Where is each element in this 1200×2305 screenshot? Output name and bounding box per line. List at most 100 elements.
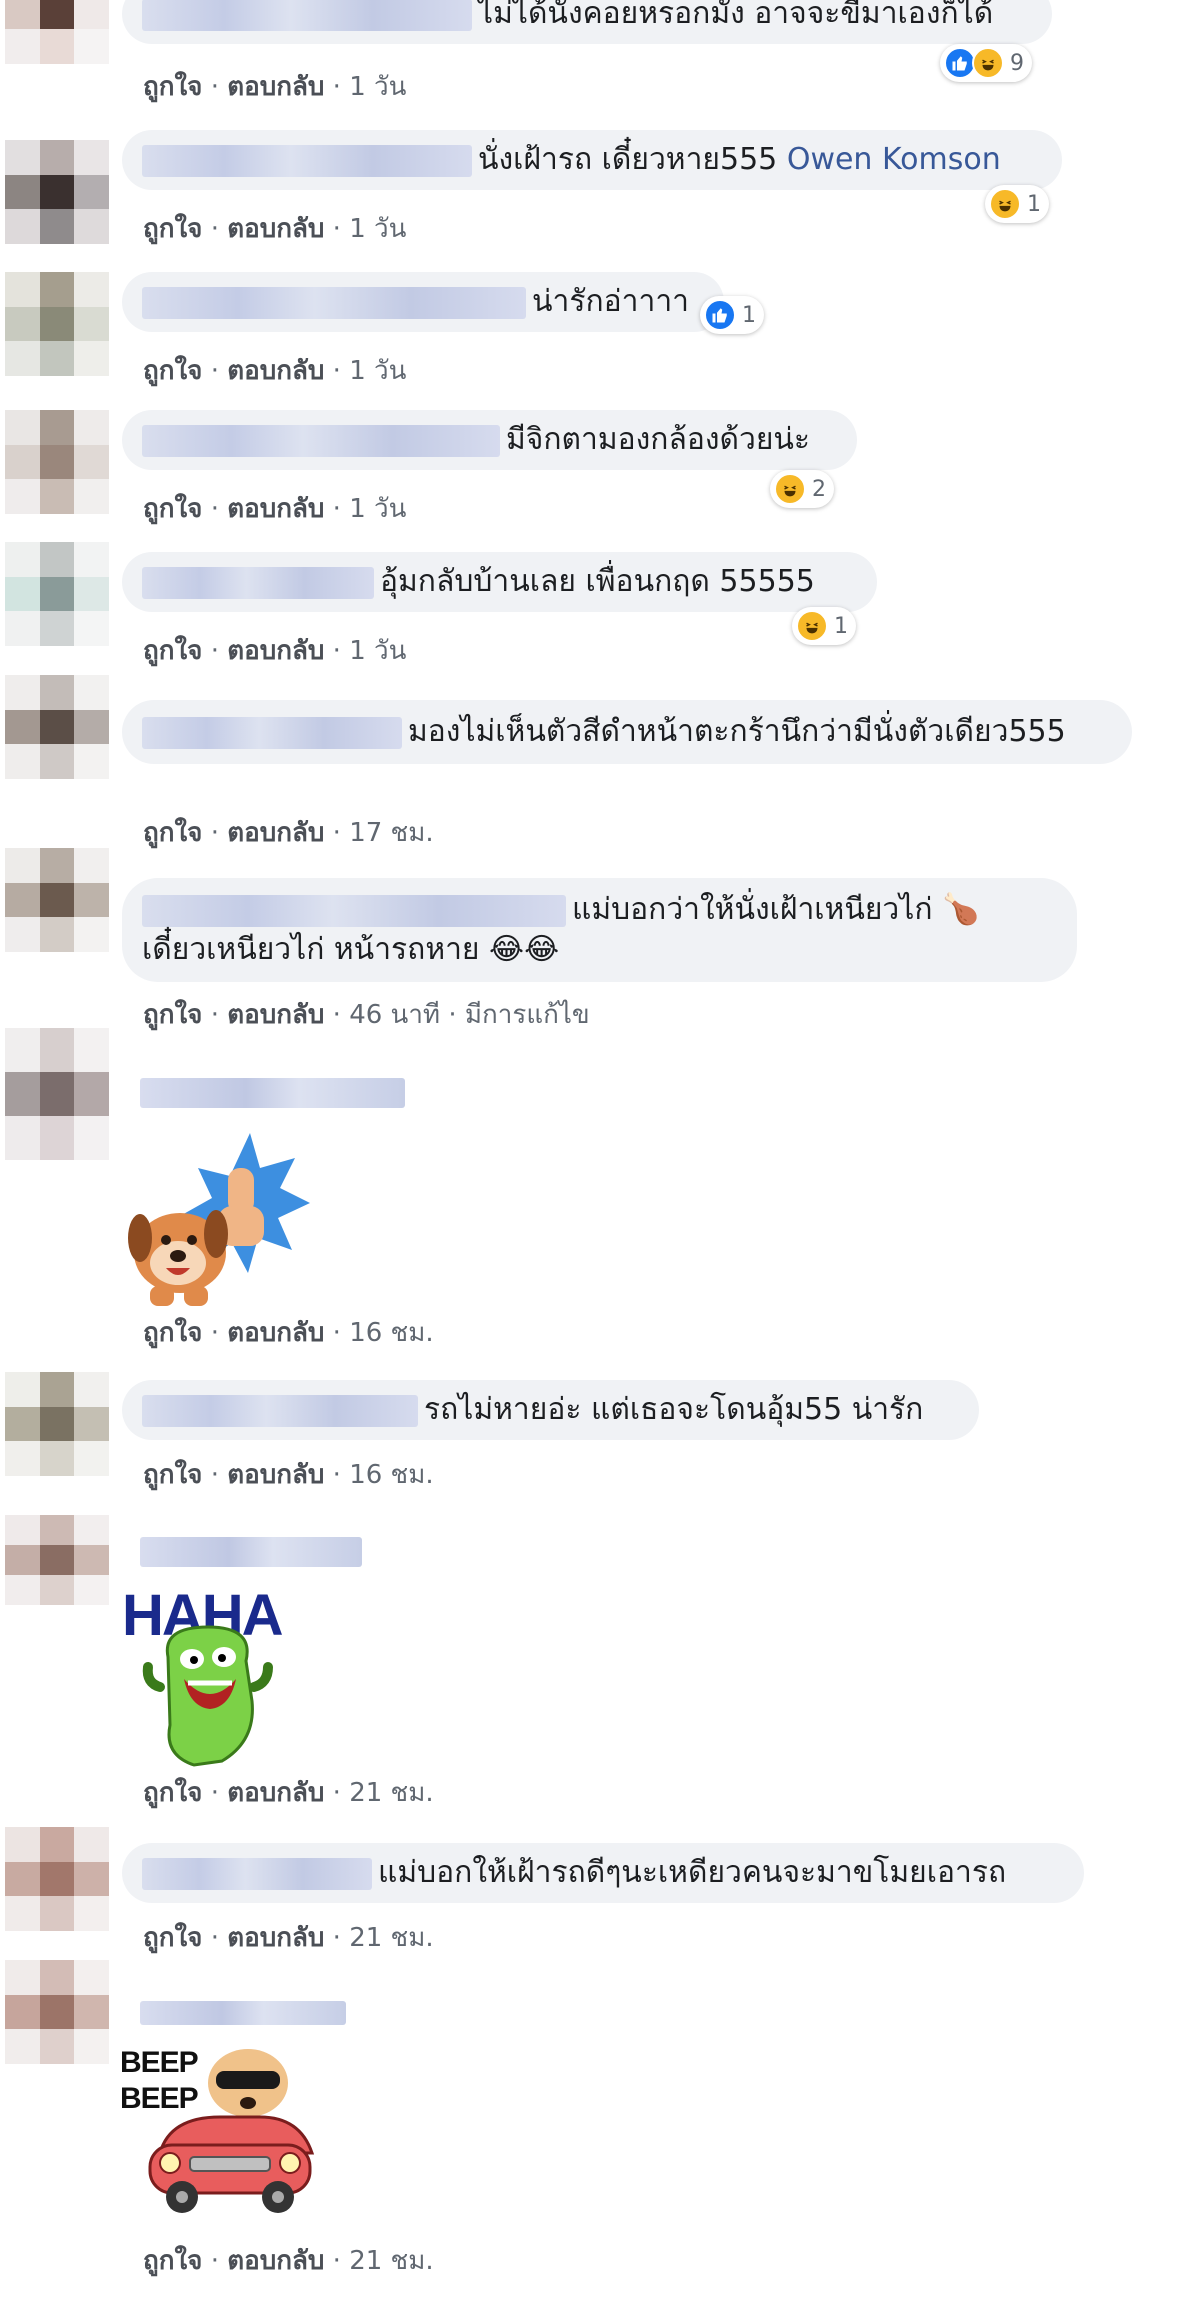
like-link[interactable]: ถูกใจ [143,72,202,102]
avatar[interactable] [5,1372,109,1476]
timestamp[interactable]: 17 ชม. [349,818,433,848]
reply-link[interactable]: ตอบกลับ [227,1000,324,1030]
author-name[interactable] [142,286,526,319]
reaction-summary[interactable]: 1 [700,296,764,334]
timestamp[interactable]: 1 วัน [349,72,406,102]
reply-link[interactable]: ตอบกลับ [227,818,324,848]
author-name[interactable] [140,1537,362,1567]
reply-link[interactable]: ตอบกลับ [227,1778,324,1808]
reply-link[interactable]: ตอบกลับ [227,1923,324,1953]
avatar[interactable] [5,410,109,514]
like-link[interactable]: ถูกใจ [143,1923,202,1953]
avatar[interactable] [5,1028,109,1160]
separator: · [332,214,341,244]
thumbs-up-dog-sticker[interactable] [120,1128,310,1308]
separator: · [210,356,219,386]
reaction-count: 1 [1027,191,1041,217]
reply-link[interactable]: ตอบกลับ [227,72,324,102]
like-link[interactable]: ถูกใจ [143,1000,202,1030]
author-name[interactable] [142,424,500,457]
separator: · [210,214,219,244]
haha-ghost-sticker[interactable]: HAHA [120,1587,310,1767]
separator: · [448,1000,457,1030]
timestamp[interactable]: 1 วัน [349,356,406,386]
avatar[interactable] [5,1827,109,1931]
timestamp[interactable]: 21 ชม. [349,2246,433,2276]
separator: · [210,494,219,524]
timestamp[interactable]: 21 ชม. [349,1778,433,1808]
comment-text: อุ้มกลับบ้านเลย เพื่อนกฤด 55555 [380,564,815,599]
author-name[interactable] [142,894,566,927]
separator: · [210,1923,219,1953]
reply-link[interactable]: ตอบกลับ [227,214,324,244]
laughing-face-icon [989,188,1021,220]
separator: · [210,2246,219,2276]
comment-text: มองไม่เห็นตัวสีดำหน้าตะกร้านึกว่ามีนั่งต… [408,714,1066,749]
separator: · [332,636,341,666]
timestamp[interactable]: 21 ชม. [349,1923,433,1953]
laughing-face-icon [796,610,828,642]
beep-beep-car-dog-sticker[interactable]: BEEP BEEP [120,2045,320,2225]
separator: · [332,72,341,102]
author-name[interactable] [140,1078,405,1108]
avatar[interactable] [5,0,109,64]
like-link[interactable]: ถูกใจ [143,494,202,524]
comment-bubble: มองไม่เห็นตัวสีดำหน้าตะกร้านึกว่ามีนั่งต… [122,700,1132,764]
separator: · [210,636,219,666]
reply-link[interactable]: ตอบกลับ [227,636,324,666]
like-link[interactable]: ถูกใจ [143,636,202,666]
separator: · [210,1778,219,1808]
timestamp[interactable]: 1 วัน [349,636,406,666]
avatar[interactable] [5,1960,109,2064]
author-name[interactable] [142,1394,418,1427]
avatar[interactable] [5,1515,109,1605]
author-name[interactable] [142,566,374,599]
author-name[interactable] [142,716,402,749]
thumbs-up-icon [704,299,736,331]
separator: · [210,818,219,848]
like-link[interactable]: ถูกใจ [143,214,202,244]
reaction-summary[interactable]: 1 [792,607,856,645]
comment-bubble: น่ารักอ่าาาา [122,272,724,332]
timestamp[interactable]: 46 นาที [349,1000,440,1030]
timestamp[interactable]: 16 ชม. [349,1318,433,1348]
avatar[interactable] [5,542,109,646]
separator: · [210,72,219,102]
author-name[interactable] [140,2001,346,2025]
avatar[interactable] [5,848,109,952]
comment-actions: ถูกใจ · ตอบกลับ · 1 วัน [143,66,406,107]
timestamp[interactable]: 16 ชม. [349,1460,433,1490]
reply-link[interactable]: ตอบกลับ [227,1460,324,1490]
reply-link[interactable]: ตอบกลับ [227,1318,324,1348]
timestamp[interactable]: 1 วัน [349,214,406,244]
reaction-summary[interactable]: 2 [770,470,834,508]
edited-label[interactable]: มีการแก้ไข [465,1000,590,1030]
mentioned-user-link[interactable]: Owen Komson [787,142,1001,177]
reply-link[interactable]: ตอบกลับ [227,2246,324,2276]
like-link[interactable]: ถูกใจ [143,1778,202,1808]
avatar[interactable] [5,140,109,244]
avatar[interactable] [5,675,109,779]
laughing-face-icon [774,473,806,505]
like-link[interactable]: ถูกใจ [143,2246,202,2276]
author-name[interactable] [142,0,472,31]
author-name[interactable] [142,144,472,177]
timestamp[interactable]: 1 วัน [349,494,406,524]
comment-text: รถไม่หายอ่ะ แต่เธอจะโดนอุ้ม55 น่ารัก [424,1392,924,1427]
comment-actions: ถูกใจ · ตอบกลับ · 46 นาที · มีการแก้ไข [143,994,590,1035]
reaction-summary[interactable]: 9 [940,44,1032,82]
avatar[interactable] [5,272,109,376]
like-link[interactable]: ถูกใจ [143,1460,202,1490]
like-link[interactable]: ถูกใจ [143,356,202,386]
separator: · [332,494,341,524]
laughing-face-icon [972,47,1004,79]
comment-text: แม่บอกให้เฝ้ารถดีๆนะเหดียวคนจะมาขโมยเอาร… [378,1855,1007,1890]
like-link[interactable]: ถูกใจ [143,1318,202,1348]
reply-link[interactable]: ตอบกลับ [227,356,324,386]
comment-bubble: ไม่ได้นั่งคอยหรอกมั้ง อาจจะขี่มาเองก็ได้ [122,0,1052,44]
like-link[interactable]: ถูกใจ [143,818,202,848]
reply-link[interactable]: ตอบกลับ [227,494,324,524]
comment-bubble: มีจิกตามองกล้องด้วยน่ะ [122,410,857,470]
reaction-summary[interactable]: 1 [985,185,1049,223]
author-name[interactable] [142,1857,372,1890]
